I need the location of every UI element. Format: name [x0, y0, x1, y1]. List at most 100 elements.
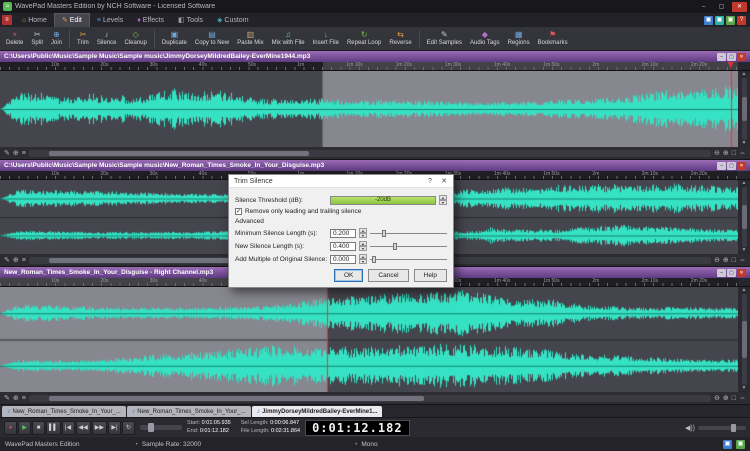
field-slider[interactable]	[370, 229, 447, 238]
repeat-loop-button[interactable]: ↻Repeat Loop	[344, 28, 384, 50]
regions-button[interactable]: ▦Regions	[505, 28, 533, 50]
zoom-fit-icon[interactable]: ⇔	[739, 395, 746, 402]
minimize-button[interactable]: –	[696, 2, 711, 12]
scroll-thumb[interactable]	[49, 151, 308, 156]
vertical-scroll-track[interactable]	[742, 294, 747, 385]
waveform-canvas[interactable]	[0, 287, 738, 392]
spinner-down-icon[interactable]: ▼	[439, 200, 447, 205]
play-button[interactable]: ▶	[18, 421, 31, 435]
zoom-selection-icon[interactable]: □	[732, 150, 736, 157]
ok-button[interactable]: OK	[334, 269, 363, 282]
marker-add-icon[interactable]: ⊕	[13, 256, 19, 264]
options-icon[interactable]: ≡	[22, 257, 26, 264]
edit-samples-button[interactable]: ✎Edit Samples	[424, 28, 465, 50]
scroll-up-icon[interactable]: ▲	[742, 288, 747, 293]
leading-trailing-checkbox[interactable]: ✓	[235, 208, 242, 215]
pause-button[interactable]: ▌▌	[46, 421, 61, 435]
spinner-down-icon[interactable]: ▼	[359, 246, 367, 251]
track-title-bar[interactable]: C:\Users\Public\Music\Sample Music\Sampl…	[0, 160, 750, 171]
file-tab[interactable]: ♪JimmyDorseyMildredBailey-EverMine1...	[252, 406, 383, 417]
bookmarks-button[interactable]: ⚑Bookmarks	[535, 28, 571, 50]
go-end-button[interactable]: ▶|	[108, 421, 121, 435]
zoom-out-icon[interactable]: ⊖	[714, 149, 720, 157]
zoom-fit-icon[interactable]: ⇔	[739, 257, 746, 264]
fast-forward-button[interactable]: ▶▶	[92, 421, 107, 435]
options-icon[interactable]: ≡	[22, 150, 26, 157]
tab-tools[interactable]: ◧Tools	[171, 13, 210, 27]
help-button[interactable]: Help	[414, 269, 447, 282]
add-multiple-of-original-silence--input[interactable]: 0.000	[330, 255, 356, 264]
minimum-silence-length-s--input[interactable]: 0.200	[330, 229, 356, 238]
horizontal-scrollbar[interactable]	[29, 395, 711, 402]
slider-thumb[interactable]	[393, 243, 397, 250]
zoom-out-icon[interactable]: ⊖	[714, 256, 720, 264]
spinner[interactable]: ▲▼	[359, 254, 367, 264]
track-minimize-button[interactable]: –	[717, 53, 726, 61]
zoom-in-icon[interactable]: ⊕	[723, 149, 729, 157]
track-minimize-button[interactable]: –	[717, 162, 726, 170]
zoom-in-icon[interactable]: ⊕	[723, 394, 729, 402]
tab-home[interactable]: ⌂Home	[15, 13, 54, 27]
close-button[interactable]: ✕	[732, 2, 747, 12]
statusbar-right-icon[interactable]: ▣	[723, 440, 732, 449]
zoom-selection-icon[interactable]: □	[732, 257, 736, 264]
waveform-canvas[interactable]	[0, 71, 738, 147]
vertical-scroll-track[interactable]	[742, 78, 747, 140]
scroll-thumb[interactable]	[49, 396, 424, 401]
slider-thumb[interactable]	[382, 230, 386, 237]
track-maximize-button[interactable]: ▢	[727, 269, 736, 277]
vertical-scroll-thumb[interactable]	[742, 205, 747, 229]
options-icon[interactable]: ≡	[22, 395, 26, 402]
copy-to-new-button[interactable]: ▤Copy to New	[192, 28, 232, 50]
file-tab[interactable]: ♪New_Roman_Times_Smoke_In_Your_...	[2, 406, 126, 417]
scroll-down-icon[interactable]: ▼	[742, 141, 747, 146]
slider-thumb[interactable]	[372, 256, 376, 263]
tab-edit[interactable]: ✎Edit	[54, 13, 90, 27]
go-start-button[interactable]: |◀	[62, 421, 75, 435]
insert-file-button[interactable]: ↓Insert File	[310, 28, 342, 50]
threshold-slider[interactable]: -20dB	[330, 196, 436, 205]
scroll-up-icon[interactable]: ▲	[742, 181, 747, 186]
zoom-fit-icon[interactable]: ⇔	[739, 150, 746, 157]
vertical-scroll-thumb[interactable]	[742, 321, 747, 357]
track-maximize-button[interactable]: ▢	[727, 53, 736, 61]
vertical-scrollbar[interactable]: ▲▼	[738, 180, 750, 254]
vertical-scrollbar[interactable]: ▲▼	[738, 287, 750, 392]
spinner[interactable]: ▲▼	[359, 241, 367, 251]
edit-pencil-icon[interactable]: ✎	[4, 394, 10, 402]
threshold-spinner[interactable]: ▲▼	[439, 195, 447, 205]
paste-mix-button[interactable]: ▥Paste Mix	[234, 28, 266, 50]
loop-button[interactable]: ↻	[122, 421, 135, 435]
advanced-section-label[interactable]: Advanced	[235, 218, 447, 225]
dialog-title-bar[interactable]: Trim Silence ? ✕	[229, 175, 453, 188]
suite-icon[interactable]: ▣	[715, 16, 724, 25]
spinner-down-icon[interactable]: ▼	[359, 259, 367, 264]
rewind-button[interactable]: ◀◀	[76, 421, 91, 435]
track-minimize-button[interactable]: –	[717, 269, 726, 277]
new-silence-length-s--input[interactable]: 0.400	[330, 242, 356, 251]
duplicate-button[interactable]: ▣Duplicate	[159, 28, 190, 50]
spinner-down-icon[interactable]: ▼	[359, 233, 367, 238]
stop-button[interactable]: ■	[32, 421, 45, 435]
vertical-scroll-thumb[interactable]	[742, 97, 747, 122]
zoom-out-icon[interactable]: ⊖	[714, 394, 720, 402]
upgrade-icon[interactable]: ▣	[726, 16, 735, 25]
audio-tags-button[interactable]: ◆Audio Tags	[467, 28, 503, 50]
field-slider[interactable]	[370, 255, 447, 264]
track-close-button[interactable]: ✕	[737, 269, 746, 277]
tab-levels[interactable]: ≡Levels	[90, 13, 130, 27]
vertical-scroll-track[interactable]	[742, 187, 747, 247]
cancel-button[interactable]: Cancel	[368, 269, 408, 282]
dialog-close-icon[interactable]: ✕	[437, 176, 451, 187]
zoom-selection-icon[interactable]: □	[732, 395, 736, 402]
track-title-bar[interactable]: C:\Users\Public\Music\Sample Music\Sampl…	[0, 51, 750, 62]
reverse-button[interactable]: ⇆Reverse	[386, 28, 414, 50]
track-maximize-button[interactable]: ▢	[727, 162, 736, 170]
trim-button[interactable]: ✂Trim	[74, 28, 92, 50]
horizontal-scrollbar[interactable]	[29, 150, 711, 157]
delete-button[interactable]: ×Delete	[3, 28, 26, 50]
zoom-in-icon[interactable]: ⊕	[723, 256, 729, 264]
edit-pencil-icon[interactable]: ✎	[4, 149, 10, 157]
vertical-scrollbar[interactable]: ▲▼	[738, 71, 750, 147]
split-button[interactable]: ✂Split	[28, 28, 46, 50]
